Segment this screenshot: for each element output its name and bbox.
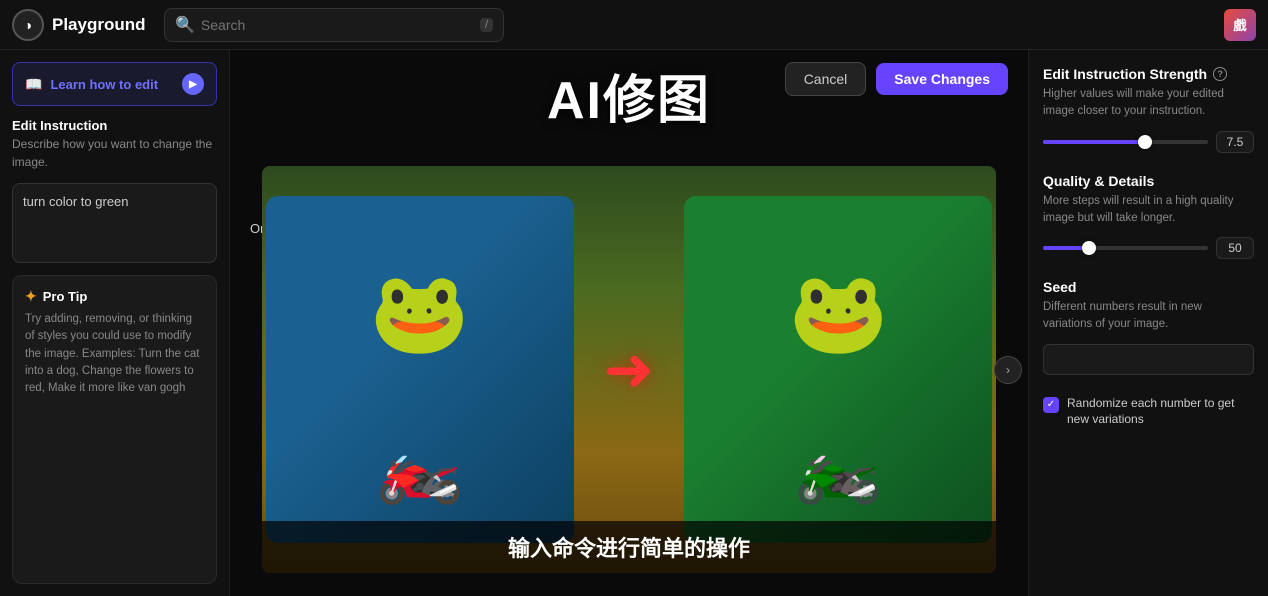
play-icon: ▶: [182, 73, 204, 95]
strength-slider-thumb[interactable]: [1138, 135, 1152, 149]
quality-slider-row: 50: [1043, 237, 1254, 259]
seed-title: Seed: [1043, 279, 1254, 295]
avatar[interactable]: 戲: [1224, 9, 1256, 41]
save-button[interactable]: Save Changes: [876, 63, 1008, 95]
subtitle-overlay: 输入命令进行简单的操作: [262, 521, 996, 573]
book-icon: 📖: [25, 76, 42, 93]
edit-instruction-desc: Describe how you want to change the imag…: [12, 135, 217, 171]
strength-slider-track[interactable]: [1043, 140, 1208, 144]
brand-icon: ◑: [12, 9, 44, 41]
canvas-header: AI修图 Cancel Save Changes: [230, 50, 1028, 133]
seed-input[interactable]: [1043, 344, 1254, 375]
quality-value: 50: [1216, 237, 1254, 259]
randomize-label: Randomize each number to get new variati…: [1067, 395, 1254, 429]
image-container: ➜ 输入命令进行简单的操作 ›: [230, 143, 1028, 596]
main-layout: 📖 Learn how to edit ▶ Edit Instruction D…: [0, 50, 1268, 596]
quality-section: Quality & Details More steps will result…: [1043, 173, 1254, 260]
quality-title: Quality & Details: [1043, 173, 1254, 189]
search-bar[interactable]: 🔍 /: [164, 8, 504, 42]
randomize-checkbox[interactable]: ✓: [1043, 397, 1059, 413]
seed-section: Seed Different numbers result in new var…: [1043, 279, 1254, 375]
brand: ◑ Playground: [12, 9, 152, 41]
strength-value: 7.5: [1216, 131, 1254, 153]
top-navigation: ◑ Playground 🔍 / 戲: [0, 0, 1268, 50]
search-shortcut: /: [480, 18, 493, 32]
quality-desc: More steps will result in a high quality…: [1043, 193, 1254, 228]
seed-desc: Different numbers result in new variatio…: [1043, 299, 1254, 334]
arrow-icon: ➜: [604, 335, 654, 405]
main-image: ➜ 输入命令进行简单的操作: [262, 166, 996, 574]
learn-how-to-edit-button[interactable]: 📖 Learn how to edit ▶: [12, 62, 217, 106]
strength-desc: Higher values will make your edited imag…: [1043, 86, 1254, 121]
pro-tip-icon: ✦: [25, 288, 37, 305]
right-panel: Edit Instruction Strength ? Higher value…: [1028, 50, 1268, 596]
frog-right-image: [684, 196, 992, 543]
edit-instruction-title: Edit Instruction: [12, 118, 217, 133]
canvas-title: AI修图: [547, 58, 711, 133]
left-sidebar: 📖 Learn how to edit ▶ Edit Instruction D…: [0, 50, 230, 596]
chevron-button[interactable]: ›: [994, 356, 1022, 384]
canvas-actions: Cancel Save Changes: [785, 62, 1008, 96]
strength-info-icon[interactable]: ?: [1213, 67, 1227, 81]
search-icon: 🔍: [175, 15, 195, 35]
brand-name: Playground: [52, 15, 146, 35]
edit-instruction-input[interactable]: turn color to green: [12, 183, 217, 263]
quality-slider-track[interactable]: [1043, 246, 1208, 250]
cancel-button[interactable]: Cancel: [785, 62, 867, 96]
pro-tip-title: ✦ Pro Tip: [25, 288, 204, 305]
canvas-area: AI修图 Cancel Save Changes Original ➜ 输入命令…: [230, 50, 1028, 596]
strength-section: Edit Instruction Strength ? Higher value…: [1043, 66, 1254, 153]
search-input[interactable]: [201, 17, 474, 33]
image-background: ➜ 输入命令进行简单的操作: [262, 166, 996, 574]
quality-slider-thumb[interactable]: [1082, 241, 1096, 255]
randomize-row: ✓ Randomize each number to get new varia…: [1043, 395, 1254, 429]
pro-tip-box: ✦ Pro Tip Try adding, removing, or think…: [12, 275, 217, 584]
pro-tip-text: Try adding, removing, or thinking of sty…: [25, 311, 204, 397]
strength-slider-fill: [1043, 140, 1145, 144]
frog-left-image: [266, 196, 574, 543]
edit-instruction-section: Edit Instruction Describe how you want t…: [12, 118, 217, 171]
strength-slider-row: 7.5: [1043, 131, 1254, 153]
strength-title: Edit Instruction Strength ?: [1043, 66, 1254, 82]
